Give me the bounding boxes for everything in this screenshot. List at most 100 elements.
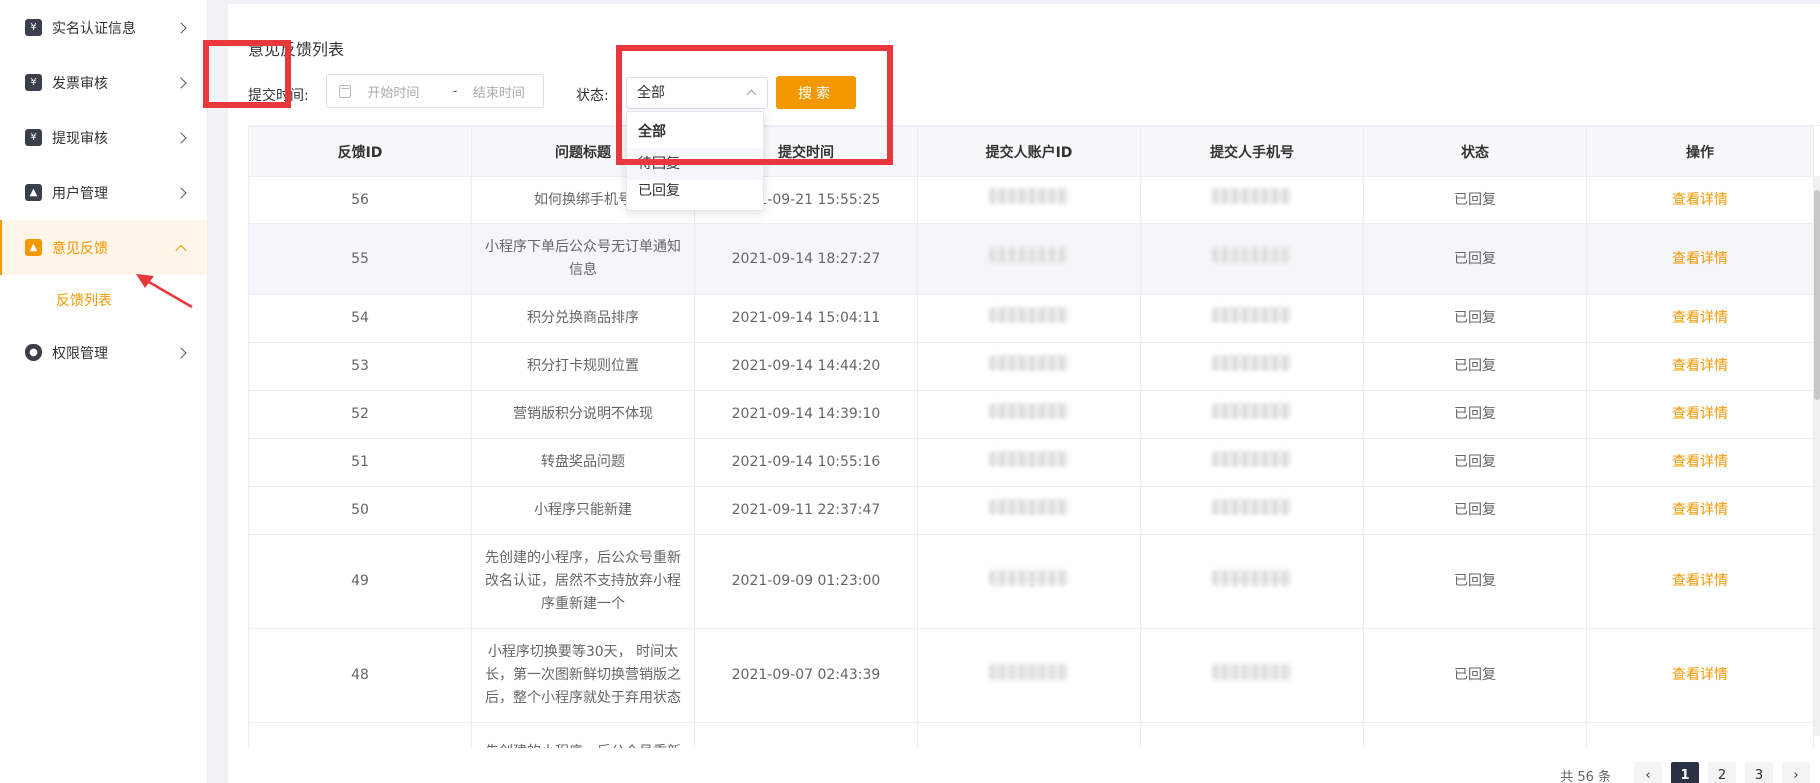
column-header: 状态: [1363, 126, 1587, 177]
scrollbar-thumb[interactable]: [1814, 190, 1820, 400]
cell-title: 小程序下单后公众号无订单通知信息: [471, 223, 695, 295]
table-row: 51 转盘奖品问题 2021-09-14 10:55:16 已回复 查看详情: [248, 438, 1814, 487]
table-row: 54 积分兑换商品排序 2021-09-14 15:04:11 已回复 查看详情: [248, 294, 1814, 343]
pagination-total: 共 56 条: [1560, 769, 1611, 783]
view-details-link[interactable]: 查看详情: [1672, 454, 1728, 470]
sidebar-item-label: 发票审核: [52, 75, 108, 92]
cell-action: 查看详情: [1586, 294, 1814, 343]
cell-account-id: [917, 486, 1141, 535]
view-details-link[interactable]: 查看详情: [1672, 192, 1728, 208]
cell-time: [694, 722, 918, 748]
sidebar-item-withdraw[interactable]: ¥ 提现审核: [0, 110, 207, 165]
date-range-picker[interactable]: 开始时间 - 结束时间: [326, 74, 544, 108]
cell-action: 查看详情: [1586, 223, 1814, 295]
cell-account-id: [917, 223, 1141, 295]
start-date-input[interactable]: 开始时间: [367, 82, 443, 101]
user-icon: ▲: [25, 184, 42, 201]
cell-status: 已回复: [1363, 486, 1587, 535]
cell-time: 2021-09-14 14:44:20: [694, 342, 918, 391]
cell-account-id: [917, 722, 1141, 748]
cell-title: 小程序只能新建: [471, 486, 695, 535]
table-row: 49 先创建的小程序，后公众号重新改名认证，居然不支持放弃小程序重新建一个 20…: [248, 534, 1814, 629]
range-separator: -: [452, 83, 458, 99]
sidebar-item-realname[interactable]: ¥ 实名认证信息: [0, 0, 207, 55]
cell-status: 已回复: [1363, 294, 1587, 343]
cell-status: [1363, 722, 1587, 748]
status-option-pending[interactable]: 待回复: [627, 148, 763, 180]
sidebar-item-invoice[interactable]: ¥ 发票审核: [0, 55, 207, 110]
view-details-link[interactable]: 查看详情: [1672, 573, 1728, 589]
view-details-link[interactable]: 查看详情: [1672, 310, 1728, 326]
cell-action: 查看详情: [1586, 176, 1814, 224]
redacted-value: [989, 188, 1069, 204]
status-option-all[interactable]: 全部: [627, 116, 763, 148]
cell-phone: [1140, 438, 1364, 487]
sidebar: ¥ 实名认证信息 ¥ 发票审核 ¥ 提现审核 ▲ 用户管理 ▲ 意见反馈 反馈列…: [0, 0, 208, 783]
table-row: 55 小程序下单后公众号无订单通知信息 2021-09-14 18:27:27 …: [248, 223, 1814, 295]
cell-time: 2021-09-14 14:39:10: [694, 390, 918, 439]
view-details-link[interactable]: 查看详情: [1672, 406, 1728, 422]
cell-id: 56: [248, 176, 472, 224]
chevron-up-icon: [746, 89, 757, 100]
sidebar-item-feedback[interactable]: ▲ 意见反馈: [0, 220, 207, 275]
status-dropdown: 全部 待回复 已回复: [626, 111, 764, 211]
sidebar-item-permissions[interactable]: ● 权限管理: [0, 325, 207, 380]
cell-action: 查看详情: [1586, 628, 1814, 723]
cell-status: 已回复: [1363, 223, 1587, 295]
table-header-row: 反馈ID 问题标题 提交时间 提交人账户ID 提交人手机号 状态 操作: [248, 126, 1814, 177]
cell-status: 已回复: [1363, 342, 1587, 391]
redacted-value: [989, 569, 1069, 586]
status-select[interactable]: 全部: [626, 77, 768, 109]
page-button-3[interactable]: 3: [1745, 762, 1773, 783]
shield-icon: ●: [25, 344, 42, 361]
redacted-value: [1212, 306, 1292, 323]
cell-id: 55: [248, 223, 472, 295]
annotation-arrow: [136, 274, 193, 309]
view-details-link[interactable]: 查看详情: [1672, 251, 1728, 267]
chevron-right-icon: [175, 346, 187, 359]
chevron-up-icon: [175, 244, 187, 256]
yen-icon: ¥: [25, 74, 42, 91]
cell-title: 先创建的小程序，后公众号重新改名认证，居然不支持放弃小程序重新建一个: [471, 534, 695, 629]
cell-status: 已回复: [1363, 628, 1587, 723]
cell-time: 2021-09-07 02:43:39: [694, 628, 918, 723]
search-button[interactable]: 搜索: [776, 76, 856, 109]
page-button-2[interactable]: 2: [1708, 762, 1736, 783]
page-button-1[interactable]: 1: [1671, 762, 1699, 783]
cell-status: 已回复: [1363, 390, 1587, 439]
chevron-right-icon: [175, 21, 187, 34]
cell-id: 54: [248, 294, 472, 343]
cell-id: 52: [248, 390, 472, 439]
cell-id: 48: [248, 628, 472, 723]
view-details-link[interactable]: 查看详情: [1672, 358, 1728, 374]
cell-action: 查看详情: [1586, 486, 1814, 535]
sidebar-item-label: 提现审核: [52, 130, 108, 147]
feedback-table: 反馈ID 问题标题 提交时间 提交人账户ID 提交人手机号 状态 操作 56 如…: [248, 125, 1820, 748]
status-option-replied[interactable]: 已回复: [627, 180, 763, 210]
cell-account-id: [917, 390, 1141, 439]
table-row: 53 积分打卡规则位置 2021-09-14 14:44:20 已回复 查看详情: [248, 342, 1814, 391]
cell-account-id: [917, 438, 1141, 487]
prev-page-button[interactable]: ‹: [1634, 762, 1662, 783]
cell-action: 查看详情: [1586, 534, 1814, 629]
redacted-value: [1212, 569, 1292, 586]
cell-account-id: [917, 294, 1141, 343]
redacted-value: [1212, 498, 1292, 515]
sidebar-item-users[interactable]: ▲ 用户管理: [0, 165, 207, 220]
cell-phone: [1140, 486, 1364, 535]
column-header: 提交人手机号: [1140, 126, 1364, 177]
admin-app: ¥ 实名认证信息 ¥ 发票审核 ¥ 提现审核 ▲ 用户管理 ▲ 意见反馈 反馈列…: [0, 0, 1820, 783]
next-page-button[interactable]: ›: [1782, 762, 1810, 783]
view-details-link[interactable]: 查看详情: [1672, 667, 1728, 683]
redacted-value: [1212, 402, 1292, 419]
sidebar-item-label: 意见反馈: [52, 240, 108, 257]
view-details-link[interactable]: 查看详情: [1672, 502, 1728, 518]
redacted-value: [989, 402, 1069, 419]
cell-time: 2021-09-14 18:27:27: [694, 223, 918, 295]
chevron-right-icon: [175, 131, 187, 144]
cell-id: 50: [248, 486, 472, 535]
cell-action: 查看详情: [1586, 342, 1814, 391]
cell-phone: [1140, 722, 1364, 748]
end-date-input[interactable]: 结束时间: [467, 82, 543, 101]
cell-account-id: [917, 534, 1141, 629]
